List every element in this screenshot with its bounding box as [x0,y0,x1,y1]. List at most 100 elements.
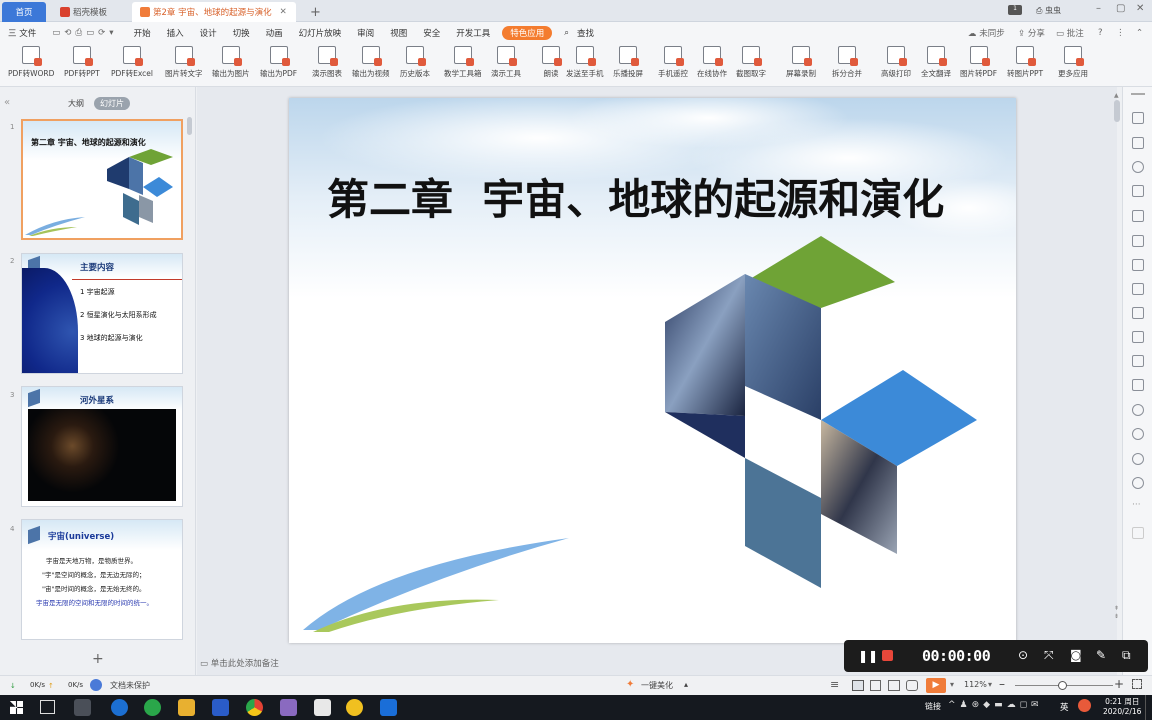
menu-special-apps[interactable]: 特色应用 [502,25,553,40]
task-view-icon[interactable] [40,700,55,714]
sync-status[interactable]: ☁ 未同步 [968,27,1005,39]
user-name[interactable]: ⎙ 虫虫 [1036,5,1061,16]
zoom-out-button[interactable]: – [999,677,1005,691]
slide-thumb-1[interactable]: 第二章 宇宙、地球的起源和演化 [21,119,183,240]
region-icon[interactable]: ⊙ [1018,648,1028,662]
shield-icon[interactable] [90,679,102,691]
menu-transition[interactable]: 切换 [225,27,258,39]
wps-icon[interactable] [380,699,397,716]
chrome-icon[interactable] [246,699,263,716]
image-to-text-button[interactable]: 图片转文字 [165,46,203,79]
panel-scrollbar[interactable] [187,117,192,135]
copy-icon[interactable] [1132,137,1144,149]
slides-tab[interactable]: 幻灯片 [94,97,130,110]
notes-toggle-icon[interactable]: ≡ [830,678,839,691]
tab-templates[interactable]: 稻壳模板 [52,2,128,22]
camera-icon[interactable]: ◙ [1070,648,1082,662]
history-icon[interactable] [1132,453,1144,465]
play-dropdown-icon[interactable]: ▾ [950,680,954,689]
browser-icon[interactable] [144,699,161,716]
read-aloud-button[interactable]: 朗读 [542,46,562,79]
photo-app-icon[interactable] [280,699,297,716]
word-icon[interactable] [212,699,229,716]
export-image-button[interactable]: 输出为图片 [212,46,250,79]
advanced-print-button[interactable]: 高级打印 [881,46,911,79]
to-image-ppt-button[interactable]: 转图片PPT [1007,46,1043,79]
help-icon[interactable]: ? [1098,28,1103,38]
calculator-icon[interactable] [314,699,331,716]
menu-insert[interactable]: 插入 [159,27,192,39]
new-tab-button[interactable]: + [302,2,329,22]
export-icon[interactable] [1132,331,1144,343]
translate-button[interactable]: 全文翻译 [921,46,951,79]
zoom-dropdown-icon[interactable]: ▾ [988,680,992,689]
menu-developer[interactable]: 开发工具 [448,27,498,39]
slide-1[interactable]: 第二章 宇宙、地球的起源和演化 [289,98,1016,643]
reading-view-icon[interactable] [888,680,900,691]
input-language[interactable]: 英 [1060,701,1069,713]
screenshot-text-button[interactable]: 截图取字 [736,46,766,79]
bar-chart-icon[interactable] [1132,259,1144,271]
window-icon[interactable] [1132,355,1144,367]
slide-thumb-4[interactable]: 宇宙(universe) 宇宙是天地万物，是物质世界。 "宇"是空间的概念，是无… [21,519,183,640]
cast-screen-button[interactable]: 乐播投屏 [613,46,643,79]
slide-thumb-2[interactable]: 主要内容 1 宇宙起源 2 恒星演化与太阳系形成 3 地球的起源与演化 [21,253,183,374]
handle-icon[interactable] [1131,93,1145,95]
scroll-page-icons[interactable]: ⇞ ⇟ [1114,605,1119,621]
demo-tools-button[interactable]: 演示工具 [491,46,521,79]
menu-animation[interactable]: 动画 [258,27,291,39]
settings-icon[interactable] [1132,283,1144,295]
collapse-panel-icon[interactable]: « [4,97,10,108]
zoom-in-button[interactable]: + [1114,677,1124,691]
table-icon[interactable] [1132,210,1144,222]
close-icon[interactable]: ✕ [280,7,287,17]
canvas-scrollbar[interactable] [1114,100,1120,122]
image-to-pdf-button[interactable]: 图片转PDF [960,46,997,79]
slide-mosaic-graphic[interactable] [661,236,981,591]
pdf-to-excel-button[interactable]: PDF转Excel [111,46,153,79]
teaching-tools-button[interactable]: 教学工具箱 [444,46,482,79]
menu-view[interactable]: 视图 [382,27,415,39]
ime-icon[interactable] [1078,699,1091,712]
tray-link[interactable]: 链接 [925,701,941,712]
split-merge-button[interactable]: 拆分合并 [832,46,862,79]
fill-icon[interactable] [1132,185,1144,197]
tab-document[interactable]: 第2章 宇宙、地球的起源与演化 ✕ [132,2,296,22]
outline-tab[interactable]: 大纲 [68,98,84,109]
search-icon[interactable]: ⌕ [556,28,577,38]
maximize-button[interactable]: ▢ [1116,3,1125,14]
stop-icon[interactable] [882,650,893,661]
menu-file[interactable]: 三 文件 [0,27,44,39]
edge-icon[interactable] [111,699,128,716]
history-button[interactable]: 历史版本 [400,46,430,79]
document-protection-status[interactable]: 文档未保护 [110,680,150,691]
animation-icon[interactable] [1132,428,1144,440]
scroll-up-icon[interactable]: ▲ [1114,92,1119,99]
restore-icon[interactable]: ⧉ [1122,648,1131,663]
slide-thumb-3[interactable]: 河外星系 [21,386,183,507]
shape-icon[interactable] [1132,161,1144,173]
menu-find[interactable]: 查找 [577,27,594,39]
pdf-to-word-button[interactable]: PDF转WORD [8,46,54,79]
send-to-phone-button[interactable]: 发送至手机 [566,46,604,79]
pause-icon[interactable]: ❚❚ [858,649,878,663]
menu-home[interactable]: 开始 [126,27,159,39]
more-icon[interactable]: ··· [1132,500,1141,510]
file-explorer-icon[interactable] [178,699,195,716]
grid-icon[interactable] [1132,235,1144,247]
minimize-button[interactable]: – [1096,3,1101,14]
play-slideshow-button[interactable]: ▶ [926,678,946,693]
add-slide-button[interactable]: + [92,651,104,667]
menu-security[interactable]: 安全 [415,27,448,39]
demo-chart-button[interactable]: 演示图表 [312,46,342,79]
screen-record-button[interactable]: 屏幕录制 [786,46,816,79]
app-icon[interactable] [346,699,363,716]
show-desktop-button[interactable] [1145,695,1146,720]
sound-icon[interactable] [1132,404,1144,416]
more-apps-button[interactable]: 更多应用 [1058,46,1088,79]
phone-remote-button[interactable]: 手机遥控 [658,46,688,79]
slide-title[interactable]: 第二章 宇宙、地球的起源和演化 [327,166,944,227]
fit-window-icon[interactable] [1132,679,1142,689]
image-icon[interactable] [1132,379,1144,391]
system-clock[interactable]: 0:21 周日 2020/2/16 [1103,697,1141,717]
